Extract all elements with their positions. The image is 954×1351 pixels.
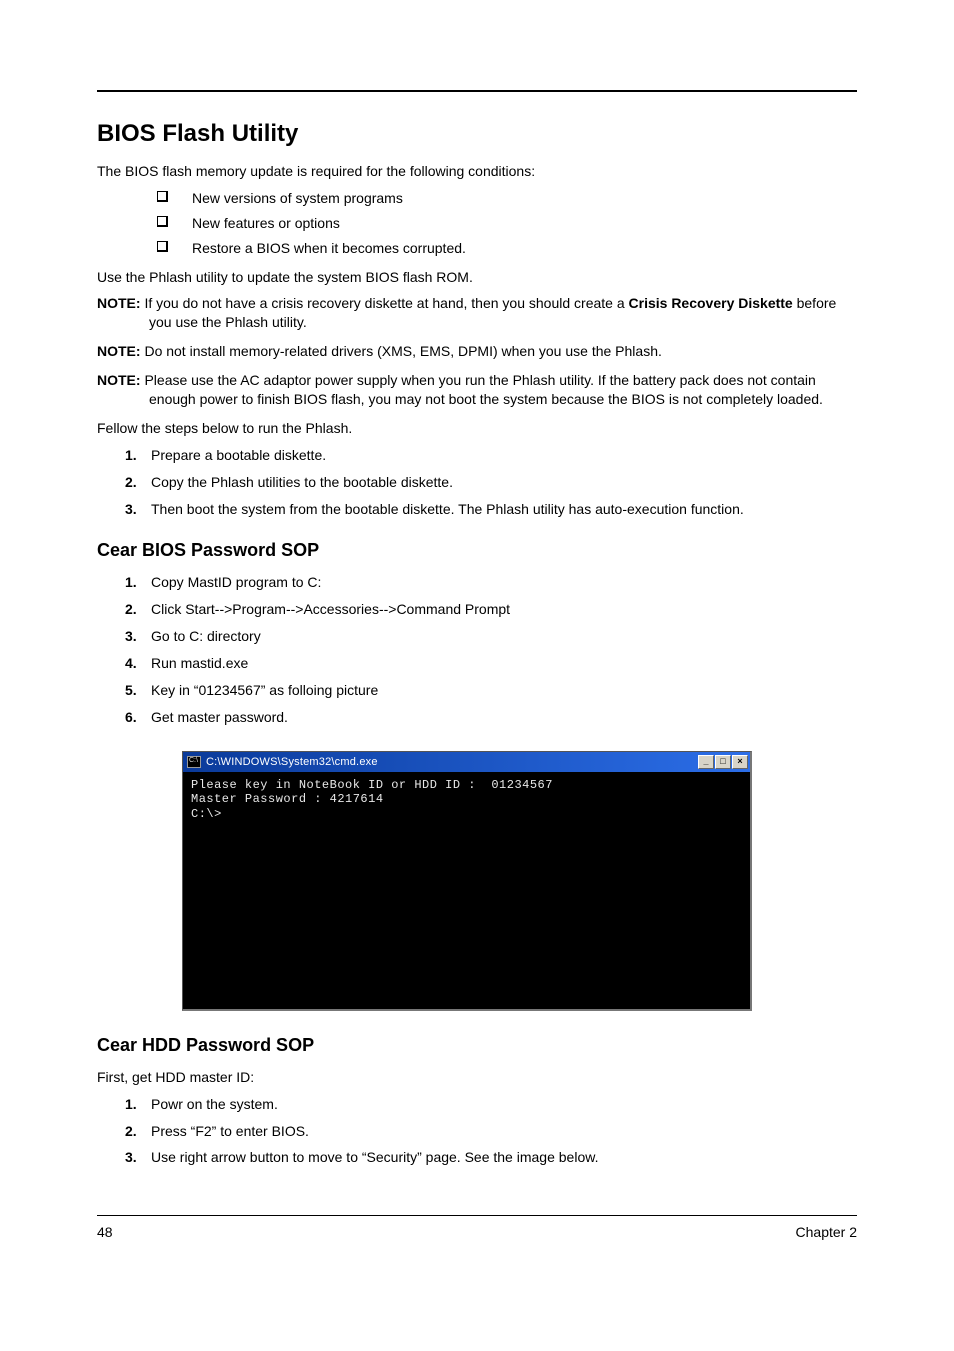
note-label: NOTE: [97,372,144,388]
list-item-text: Copy the Phlash utilities to the bootabl… [151,473,453,492]
close-icon[interactable]: × [732,755,748,769]
list-number: 3. [125,1148,151,1167]
list-number: 5. [125,681,151,700]
list-item-text: Use right arrow button to move to “Secur… [151,1148,598,1167]
minimize-icon[interactable]: _ [698,755,714,769]
list-item-text: New features or options [192,214,340,233]
square-bullet-icon [157,216,168,227]
list-item-text: Prepare a bootable diskette. [151,446,326,465]
note-label: NOTE: [97,343,144,359]
list-item: New features or options [97,214,857,233]
note: NOTE: If you do not have a crisis recove… [97,294,857,332]
note-label: NOTE: [97,295,144,311]
list-item-text: Get master password. [151,708,288,727]
list-item-text: Run mastid.exe [151,654,248,673]
list-item-text: Restore a BIOS when it becomes corrupted… [192,239,466,258]
list-item: 1.Powr on the system. [97,1095,857,1114]
list-item: 2.Click Start-->Program-->Accessories-->… [97,600,857,619]
list-number: 1. [125,446,151,465]
list-item-text: Copy MastID program to C: [151,573,321,592]
list-item-text: Press “F2” to enter BIOS. [151,1122,309,1141]
note-text: Do not install memory-related drivers (X… [144,343,661,359]
hdd-steps: 1.Powr on the system. 2.Press “F2” to en… [97,1095,857,1168]
window-controls: _ □ × [698,755,748,769]
condition-list: New versions of system programs New feat… [97,189,857,258]
titlebar: C:\ C:\WINDOWS\System32\cmd.exe _ □ × [183,752,750,772]
list-number: 3. [125,627,151,646]
note-text: If you do not have a crisis recovery dis… [144,295,628,311]
heading-bios-flash-utility: BIOS Flash Utility [97,120,857,148]
heading-cear-bios-password: Cear BIOS Password SOP [97,540,857,561]
list-item: 6.Get master password. [97,708,857,727]
square-bullet-icon [157,241,168,252]
list-item: 4.Run mastid.exe [97,654,857,673]
note: NOTE: Do not install memory-related driv… [97,342,857,361]
square-bullet-icon [157,191,168,202]
command-prompt-window: C:\ C:\WINDOWS\System32\cmd.exe _ □ × Pl… [182,751,752,1011]
list-item-text: Then boot the system from the bootable d… [151,500,744,519]
list-item: 5.Key in “01234567” as folloing picture [97,681,857,700]
top-rule [97,90,857,92]
list-number: 4. [125,654,151,673]
intro-text: The BIOS flash memory update is required… [97,162,857,181]
list-item-text: Go to C: directory [151,627,261,646]
list-item-text: Click Start-->Program-->Accessories-->Co… [151,600,510,619]
list-item: 1.Prepare a bootable diskette. [97,446,857,465]
list-number: 1. [125,1095,151,1114]
list-item-text: Key in “01234567” as folloing picture [151,681,378,700]
note: NOTE: Please use the AC adaptor power su… [97,371,857,409]
window-title: C:\WINDOWS\System32\cmd.exe [206,756,378,768]
heading-cear-hdd-password: Cear HDD Password SOP [97,1035,857,1056]
command-prompt-figure: C:\ C:\WINDOWS\System32\cmd.exe _ □ × Pl… [182,751,752,1011]
list-number: 2. [125,600,151,619]
page: BIOS Flash Utility The BIOS flash memory… [0,0,954,1300]
maximize-icon[interactable]: □ [715,755,731,769]
list-number: 1. [125,573,151,592]
fellow-text: Fellow the steps below to run the Phlash… [97,419,857,438]
list-number: 2. [125,1122,151,1141]
note-text: Please use the AC adaptor power supply w… [144,372,822,407]
list-item: Restore a BIOS when it becomes corrupted… [97,239,857,258]
chapter-label: Chapter 2 [796,1224,857,1240]
page-number: 48 [97,1224,113,1240]
list-number: 2. [125,473,151,492]
titlebar-left: C:\ C:\WINDOWS\System32\cmd.exe [187,756,378,768]
list-number: 6. [125,708,151,727]
hdd-intro-text: First, get HDD master ID: [97,1068,857,1087]
cmd-icon: C:\ [187,756,201,768]
list-item: New versions of system programs [97,189,857,208]
command-prompt-output: Please key in NoteBook ID or HDD ID : 01… [183,772,750,1009]
list-item: 3.Go to C: directory [97,627,857,646]
list-item: 1.Copy MastID program to C: [97,573,857,592]
list-item-text: New versions of system programs [192,189,403,208]
phlash-steps: 1.Prepare a bootable diskette. 2.Copy th… [97,446,857,519]
list-item: 3.Use right arrow button to move to “Sec… [97,1148,857,1167]
list-item: 2.Copy the Phlash utilities to the boota… [97,473,857,492]
bios-steps: 1.Copy MastID program to C: 2.Click Star… [97,573,857,726]
note-bold: Crisis Recovery Diskette [629,295,793,311]
page-footer: 48 Chapter 2 [97,1215,857,1240]
after-bullets-text: Use the Phlash utility to update the sys… [97,268,857,287]
list-item: 2.Press “F2” to enter BIOS. [97,1122,857,1141]
list-item-text: Powr on the system. [151,1095,278,1114]
list-number: 3. [125,500,151,519]
list-item: 3.Then boot the system from the bootable… [97,500,857,519]
